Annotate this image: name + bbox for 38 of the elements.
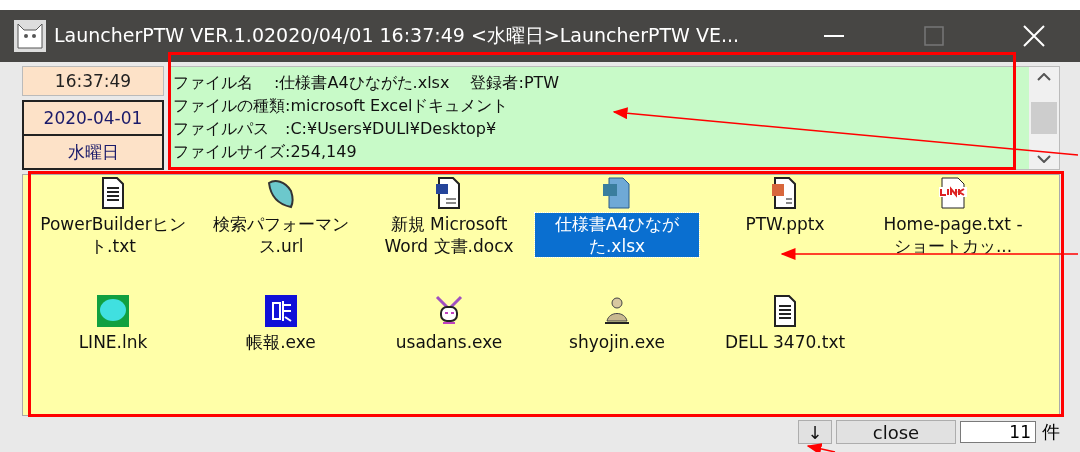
spreadsheet-icon xyxy=(601,177,633,209)
file-info-line: ファイルパス :C:¥Users¥DULI¥Desktop¥ xyxy=(173,118,498,140)
file-item[interactable]: 仕様書A4ひながた.xlsx xyxy=(535,213,699,257)
file-item[interactable]: 検索パフォーマンス.url xyxy=(199,213,363,257)
file-item[interactable]: shyojin.exe xyxy=(567,331,667,353)
window-title: LauncherPTW VER.1.02020/04/01 16:37:49 <水曜日>LauncherPTW VE... xyxy=(54,23,741,48)
file-info-line: ファイルの種類:microsoft Excelドキュメント xyxy=(173,95,510,117)
file-item[interactable]: PowerBuilderヒント.txt xyxy=(31,213,195,257)
file-info-line: ファイルサイズ:254,149 xyxy=(173,141,358,163)
rabbit-icon xyxy=(433,295,465,327)
file-item[interactable]: 新規 Microsoft Word 文書.docx xyxy=(367,213,531,257)
maximize-icon xyxy=(924,26,944,46)
time-display: 16:37:49 xyxy=(22,66,164,96)
date-display: 2020-04-01 xyxy=(22,100,164,136)
scroll-down-icon xyxy=(1037,155,1051,163)
file-item[interactable]: PTW.pptx xyxy=(743,213,827,235)
file-item[interactable]: LINE.lnk xyxy=(76,331,150,353)
weekday-display: 水曜日 xyxy=(22,136,164,170)
close-icon xyxy=(1023,25,1045,47)
ledger-app-icon xyxy=(265,295,297,327)
count-unit: 件 xyxy=(1042,420,1060,444)
file-item[interactable]: usadans.exe xyxy=(393,331,505,353)
scroll-thumb[interactable] xyxy=(1031,102,1057,134)
leaf-icon xyxy=(265,177,297,209)
annotation-arrow xyxy=(806,443,836,452)
shortcut-file-icon xyxy=(937,177,969,209)
file-item[interactable]: Home-page.txt - ショートカッ... xyxy=(871,213,1035,257)
minimize-icon xyxy=(824,35,844,37)
chat-app-icon xyxy=(97,295,129,327)
file-item[interactable]: DELL 3470.txt xyxy=(722,331,848,353)
close-button[interactable]: close xyxy=(836,420,956,444)
file-item[interactable]: 帳報.exe xyxy=(244,331,318,353)
scrollbar[interactable] xyxy=(1029,67,1059,169)
count-field: 11 xyxy=(960,421,1036,443)
cat-app-icon xyxy=(14,20,46,52)
scroll-up-icon xyxy=(1037,73,1051,81)
down-button[interactable]: ↓ xyxy=(798,420,832,444)
file-info-line: ファイル名 :仕様書A4ひながた.xlsx 登録者:PTW xyxy=(173,72,561,94)
